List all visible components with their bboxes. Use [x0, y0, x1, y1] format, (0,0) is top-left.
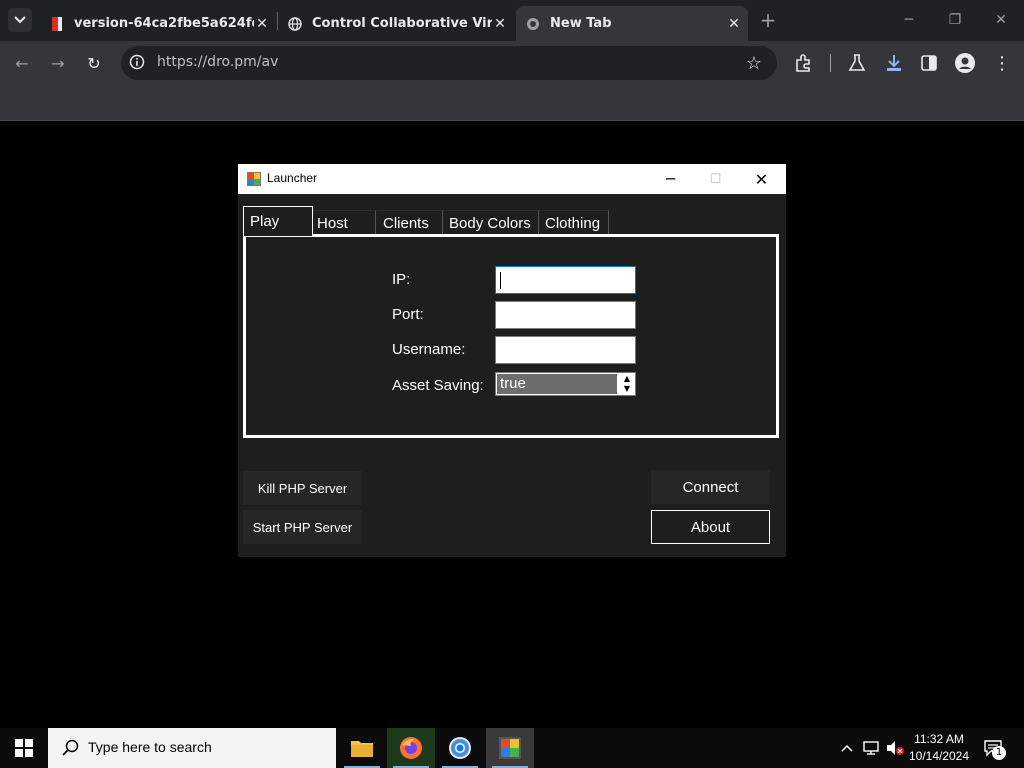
launcher-window: Launcher ─ ☐ ✕ Play Host Clients Body Co…	[238, 164, 786, 557]
launcher-title-bar[interactable]: Launcher ─ ☐ ✕	[238, 164, 786, 194]
spin-up-icon[interactable]: ▲	[621, 374, 633, 384]
ip-label: IP:	[392, 271, 411, 288]
bookmarks-bar	[0, 84, 1024, 121]
site-info-icon[interactable]	[129, 54, 145, 70]
kill-php-server-button[interactable]: Kill PHP Server	[243, 471, 362, 505]
url-text[interactable]: https://dro.pm/av	[157, 54, 278, 70]
browser-tab-strip: version-64ca2fbe5a624fd3 - R ✕ Control C…	[0, 0, 1024, 41]
folder-icon	[351, 741, 373, 757]
about-button[interactable]: About	[651, 510, 770, 544]
close-window-button[interactable]: ✕	[978, 8, 1024, 32]
play-tab-panel: IP: Port: Username: Asset Saving: true ▲…	[243, 234, 779, 438]
launcher-app-icon	[247, 172, 261, 186]
globe-icon	[288, 16, 302, 31]
browser-tab-new-tab[interactable]: New Tab ✕	[516, 6, 748, 41]
document-favicon-icon	[52, 16, 62, 31]
close-tab-icon[interactable]: ✕	[726, 16, 742, 32]
taskbar-launcher-app[interactable]	[486, 728, 534, 768]
launcher-close-button[interactable]: ✕	[739, 164, 784, 194]
bookmark-star-icon[interactable]: ☆	[743, 52, 765, 74]
tab-title: Control Collaborative Virtual M	[312, 16, 492, 31]
new-tab-plus-icon[interactable]: +	[758, 10, 778, 30]
side-panel-icon[interactable]	[920, 54, 938, 72]
username-label: Username:	[392, 341, 466, 358]
reload-icon[interactable]: ↻	[82, 51, 106, 75]
launcher-app-icon	[499, 737, 521, 759]
start-php-server-button[interactable]: Start PHP Server	[243, 510, 362, 544]
close-tab-icon[interactable]: ✕	[254, 16, 270, 32]
show-hidden-icons-chevron-icon[interactable]	[838, 738, 856, 758]
globe-icon	[527, 17, 539, 30]
tab-play[interactable]: Play	[243, 206, 313, 236]
chevron-down-icon	[14, 16, 26, 24]
windows-taskbar: Type here to search 11:32 AM 10/14/2024 …	[0, 728, 1024, 768]
spin-down-icon[interactable]: ▼	[621, 384, 633, 394]
volume-muted-icon[interactable]	[884, 738, 906, 758]
back-arrow-icon[interactable]: ←	[10, 51, 34, 75]
tab-host[interactable]: Host	[311, 210, 376, 235]
system-clock[interactable]: 11:32 AM 10/14/2024	[906, 731, 972, 765]
tab-title: New Tab	[550, 16, 612, 31]
notification-center-icon[interactable]: 1	[980, 738, 1006, 760]
asset-saving-label: Asset Saving:	[392, 377, 484, 394]
launcher-minimize-button[interactable]: ─	[648, 164, 693, 194]
taskbar-firefox[interactable]	[387, 728, 435, 768]
close-tab-icon[interactable]: ✕	[492, 16, 508, 32]
chrome-icon	[449, 737, 471, 759]
asset-saving-value[interactable]: true	[497, 374, 617, 394]
start-button[interactable]	[0, 728, 48, 768]
clock-date: 10/14/2024	[908, 749, 970, 763]
forward-arrow-icon[interactable]: →	[46, 51, 70, 75]
clock-time: 11:32 AM	[914, 732, 964, 746]
notification-count-badge: 1	[992, 746, 1006, 760]
taskbar-file-explorer[interactable]	[338, 728, 386, 768]
tab-body-colors[interactable]: Body Colors	[443, 210, 539, 235]
tab-search-button[interactable]	[8, 8, 32, 32]
tab-title: version-64ca2fbe5a624fd3 - R	[74, 16, 254, 31]
download-icon[interactable]	[883, 52, 905, 74]
search-icon	[62, 739, 79, 756]
tab-clothing[interactable]: Clothing	[539, 210, 609, 235]
browser-tab-roblox[interactable]: version-64ca2fbe5a624fd3 - R ✕	[40, 6, 276, 41]
minimize-window-button[interactable]: ─	[886, 8, 932, 32]
extensions-puzzle-icon[interactable]	[793, 52, 815, 74]
launcher-maximize-button: ☐	[709, 171, 722, 187]
connect-button[interactable]: Connect	[651, 470, 770, 504]
tab-clients[interactable]: Clients	[377, 210, 443, 235]
network-icon[interactable]	[861, 738, 881, 758]
launcher-title: Launcher	[267, 171, 318, 185]
restore-window-button[interactable]: ❐	[932, 8, 978, 32]
firefox-icon	[400, 737, 422, 759]
text-caret	[500, 272, 501, 289]
taskbar-search-box[interactable]: Type here to search	[48, 728, 336, 768]
profile-avatar-icon[interactable]	[954, 52, 976, 74]
ip-input[interactable]	[495, 266, 636, 294]
browser-tab-cloud-vm[interactable]: Control Collaborative Virtual M ✕	[278, 6, 514, 41]
asset-saving-spinner[interactable]: true ▲ ▼	[495, 372, 636, 396]
username-input[interactable]	[495, 336, 636, 364]
labs-flask-icon[interactable]	[847, 53, 867, 73]
toolbar-divider	[830, 54, 831, 72]
port-label: Port:	[392, 306, 424, 323]
port-input[interactable]	[495, 301, 636, 329]
taskbar-chrome[interactable]	[436, 728, 484, 768]
more-menu-icon[interactable]: ⋮	[991, 52, 1013, 74]
search-placeholder: Type here to search	[88, 739, 212, 755]
windows-logo-icon	[15, 739, 33, 757]
